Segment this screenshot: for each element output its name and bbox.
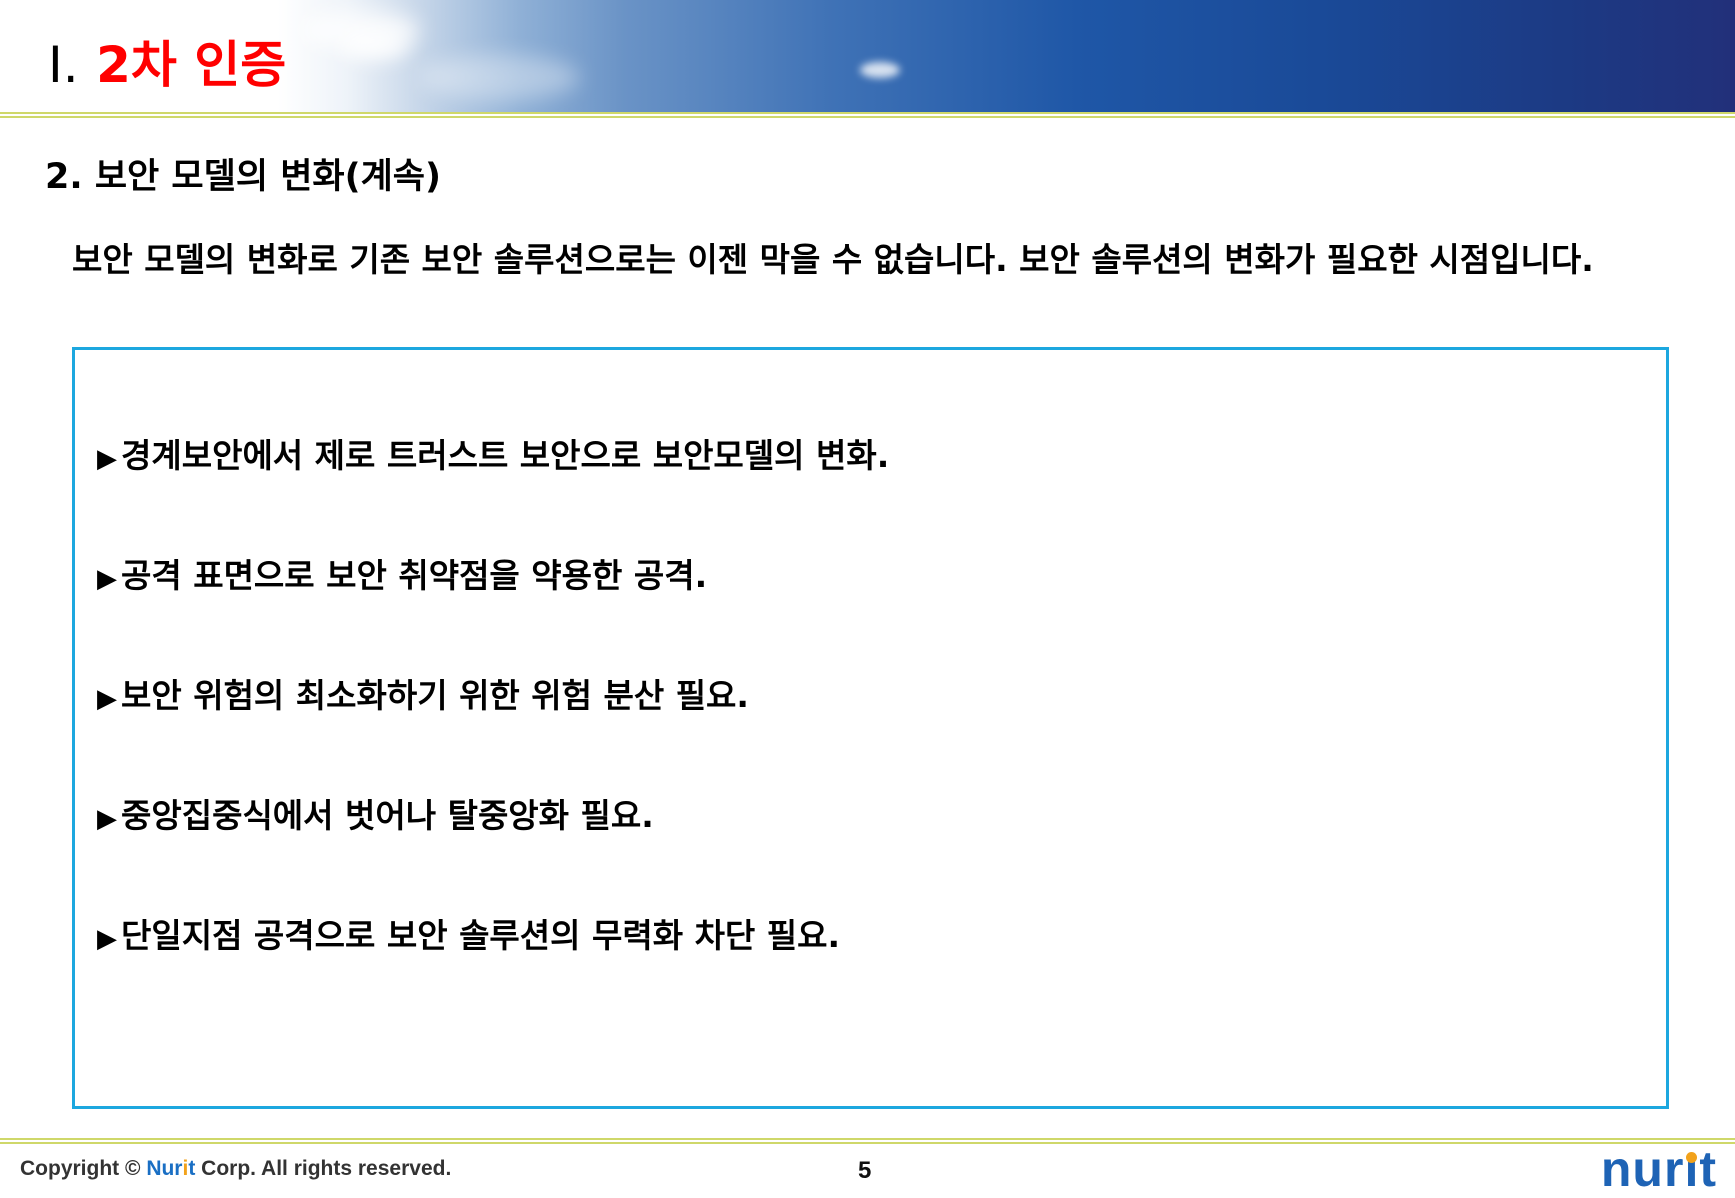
bullet-item: ▶ 단일지점 공격으로 보안 솔루션의 무력화 차단 필요. [97,916,889,956]
logo-text: ı [1684,1141,1700,1197]
sky-cloud-decoration [420,55,580,100]
bullet-arrow-icon: ▶ [97,684,117,714]
bullet-arrow-icon: ▶ [97,804,117,834]
bullet-arrow-icon: ▶ [97,564,117,594]
copyright-suffix: Corp. All rights reserved. [195,1157,452,1180]
chapter-numeral: Ⅰ. [48,36,79,94]
bullet-item: ▶ 중앙집중식에서 벗어나 탈중앙화 필요. [97,796,889,836]
bullet-item: ▶ 공격 표면으로 보안 취약점을 약용한 공격. [97,556,889,596]
header-banner: Ⅰ. 2차 인증 [0,0,1735,112]
section-title: 2. 보안 모델의 변화(계속) [45,157,441,197]
logo-text: t [1699,1141,1717,1197]
bullet-text: 보안 위험의 최소화하기 위한 위험 분산 필요. [121,676,749,715]
content-box: ▶ 경계보안에서 제로 트러스트 보안으로 보안모델의 변화. ▶ 공격 표면으로 … [72,347,1669,1109]
bullet-text: 공격 표면으로 보안 취약점을 약용한 공격. [121,556,708,595]
logo-dot-icon [1685,1152,1697,1163]
bullet-item: ▶ 경계보안에서 제로 트러스트 보안으로 보안모델의 변화. [97,436,889,476]
brand-text: Nur [146,1157,183,1180]
sky-cloud-decoration [340,30,410,60]
intro-paragraph: 보안 모델의 변화로 기존 보안 솔루션으로는 이젠 막을 수 없습니다. 보안… [72,240,1594,279]
chapter-title: 2차 인증 [96,36,287,94]
bullet-text: 경계보안에서 제로 트러스트 보안으로 보안모델의 변화. [121,436,890,475]
bullet-arrow-icon: ▶ [97,444,117,474]
footer-divider [0,1138,1735,1144]
company-logo: nurı t [1601,1140,1717,1198]
copyright-prefix: Copyright © [20,1157,147,1180]
bullet-item: ▶ 보안 위험의 최소화하기 위한 위험 분산 필요. [97,676,889,716]
logo-text: nur [1600,1141,1685,1197]
logo-i-letter: ı [1684,1141,1699,1197]
bullet-text: 단일지점 공격으로 보안 솔루션의 무력화 차단 필요. [121,916,841,955]
bullet-text: 중앙집중식에서 벗어나 탈중앙화 필요. [121,796,654,835]
sky-cloud-decoration [860,62,900,78]
copyright-brand: Nurit [146,1157,195,1180]
slide-title: Ⅰ. 2차 인증 [48,40,286,90]
page-number: 5 [858,1157,872,1184]
bullet-list: ▶ 경계보안에서 제로 트러스트 보안으로 보안모델의 변화. ▶ 공격 표면으로 … [97,436,889,1036]
header-divider [0,112,1735,118]
copyright-notice: Copyright © Nurit Corp. All rights reser… [20,1157,451,1181]
bullet-arrow-icon: ▶ [97,924,117,954]
